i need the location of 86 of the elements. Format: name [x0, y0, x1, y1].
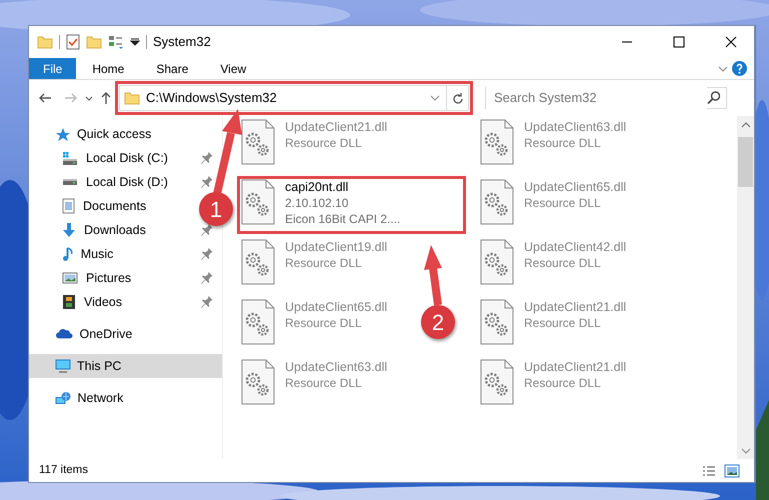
- scrollbar[interactable]: [737, 116, 754, 459]
- file-icon: [241, 359, 275, 405]
- new-folder-icon: [86, 36, 102, 48]
- sidebar-item[interactable]: Local Disk (D:): [29, 170, 168, 194]
- up-icon: [101, 92, 111, 104]
- file-name[interactable]: UpdateClient63.dll: [524, 119, 626, 135]
- sidebar-item[interactable]: Quick access: [29, 122, 152, 146]
- drive-icon: [62, 150, 78, 166]
- file-name[interactable]: UpdateClient63.dll: [285, 359, 388, 375]
- file-name[interactable]: UpdateClient65.dll: [285, 299, 388, 315]
- file-detail: Resource DLL: [524, 315, 601, 331]
- file-icon: [241, 239, 275, 285]
- ribbon-tab[interactable]: Share: [140, 58, 204, 79]
- file-icon: [241, 299, 275, 345]
- folder-icon: [124, 92, 140, 104]
- cloud-icon: [55, 328, 74, 340]
- drive-icon: [62, 178, 78, 186]
- file-name[interactable]: UpdateClient21.dll: [524, 299, 626, 315]
- file-detail: Resource DLL: [285, 315, 362, 331]
- properties-icon: [66, 34, 80, 50]
- search-field[interactable]: Search System32: [485, 87, 727, 109]
- help-icon: [731, 60, 748, 77]
- forward-icon: [64, 93, 77, 103]
- document-icon: [62, 198, 75, 214]
- file-detail: Resource DLL: [285, 375, 362, 391]
- network-icon: [55, 391, 72, 405]
- maximize-icon: [673, 36, 685, 48]
- file-detail: Resource DLL: [524, 255, 601, 271]
- back-icon: [39, 93, 52, 103]
- film-icon: [62, 294, 76, 310]
- file-name[interactable]: UpdateClient19.dll: [285, 239, 388, 255]
- file-detail: Eicon 16Bit CAPI 2....: [285, 211, 400, 227]
- view-icon: [108, 34, 124, 50]
- minimize-icon: [621, 41, 633, 43]
- file-icon: [480, 299, 514, 345]
- computer-icon: [55, 359, 71, 373]
- close-icon: [725, 36, 737, 48]
- customize-icon: [130, 38, 140, 46]
- file-icon: [480, 359, 514, 405]
- sidebar-item[interactable]: Network: [29, 386, 124, 410]
- arrow: [424, 245, 442, 306]
- file-detail: Resource DLL: [524, 375, 601, 391]
- large-icons-icon: [724, 464, 740, 478]
- file-icon: [480, 179, 514, 225]
- file-name[interactable]: UpdateClient21.dll: [524, 359, 626, 375]
- star-icon: [55, 126, 71, 142]
- search-icon: [706, 91, 720, 105]
- sidebar-item[interactable]: Downloads: [29, 218, 146, 242]
- file-name[interactable]: UpdateClient65.dll: [524, 179, 626, 195]
- sidebar-item[interactable]: Pictures: [29, 266, 132, 290]
- scroll-down-icon: [740, 448, 750, 454]
- ribbon-tab[interactable]: View: [204, 58, 262, 79]
- file-name[interactable]: UpdateClient42.dll: [524, 239, 626, 255]
- sidebar-item[interactable]: Local Disk (C:): [29, 146, 168, 170]
- file-menu-button[interactable]: File: [29, 58, 76, 79]
- sidebar-item[interactable]: Documents: [29, 194, 146, 218]
- item-count: 117 items: [39, 462, 88, 478]
- details-icon: [702, 466, 716, 476]
- sidebar-item[interactable]: OneDrive: [29, 322, 132, 346]
- ribbon-tab[interactable]: Home: [76, 58, 140, 79]
- file-icon: [241, 179, 275, 225]
- file-detail: Resource DLL: [524, 135, 601, 151]
- file-name[interactable]: capi20nt.dll: [285, 179, 348, 195]
- file-detail: Resource DLL: [285, 135, 362, 151]
- address-bar[interactable]: C:\Windows\System32: [119, 85, 469, 111]
- folder-icon: [37, 36, 53, 48]
- sidebar-item[interactable]: This PC: [29, 354, 222, 378]
- file-detail: Resource DLL: [285, 255, 362, 271]
- expand-ribbon-icon: [718, 66, 728, 72]
- file-name[interactable]: UpdateClient21.dll: [285, 119, 388, 135]
- sidebar-item[interactable]: Videos: [29, 290, 122, 314]
- caret-icon: [430, 95, 440, 101]
- file-icon: [480, 239, 514, 285]
- download-icon: [62, 222, 76, 238]
- file-icon: [480, 119, 514, 165]
- file-detail: Resource DLL: [524, 195, 601, 211]
- music-icon: [62, 246, 73, 262]
- caret-icon: [85, 96, 93, 100]
- file-icon: [241, 119, 275, 165]
- window-title: System32: [153, 33, 211, 52]
- pictures-icon: [62, 272, 78, 284]
- scrollbar-thumb[interactable]: [738, 137, 753, 187]
- refresh-icon: [452, 92, 462, 104]
- file-detail: 2.10.102.10: [285, 195, 348, 211]
- scroll-up-icon: [740, 122, 750, 128]
- sidebar-item[interactable]: Music: [29, 242, 114, 266]
